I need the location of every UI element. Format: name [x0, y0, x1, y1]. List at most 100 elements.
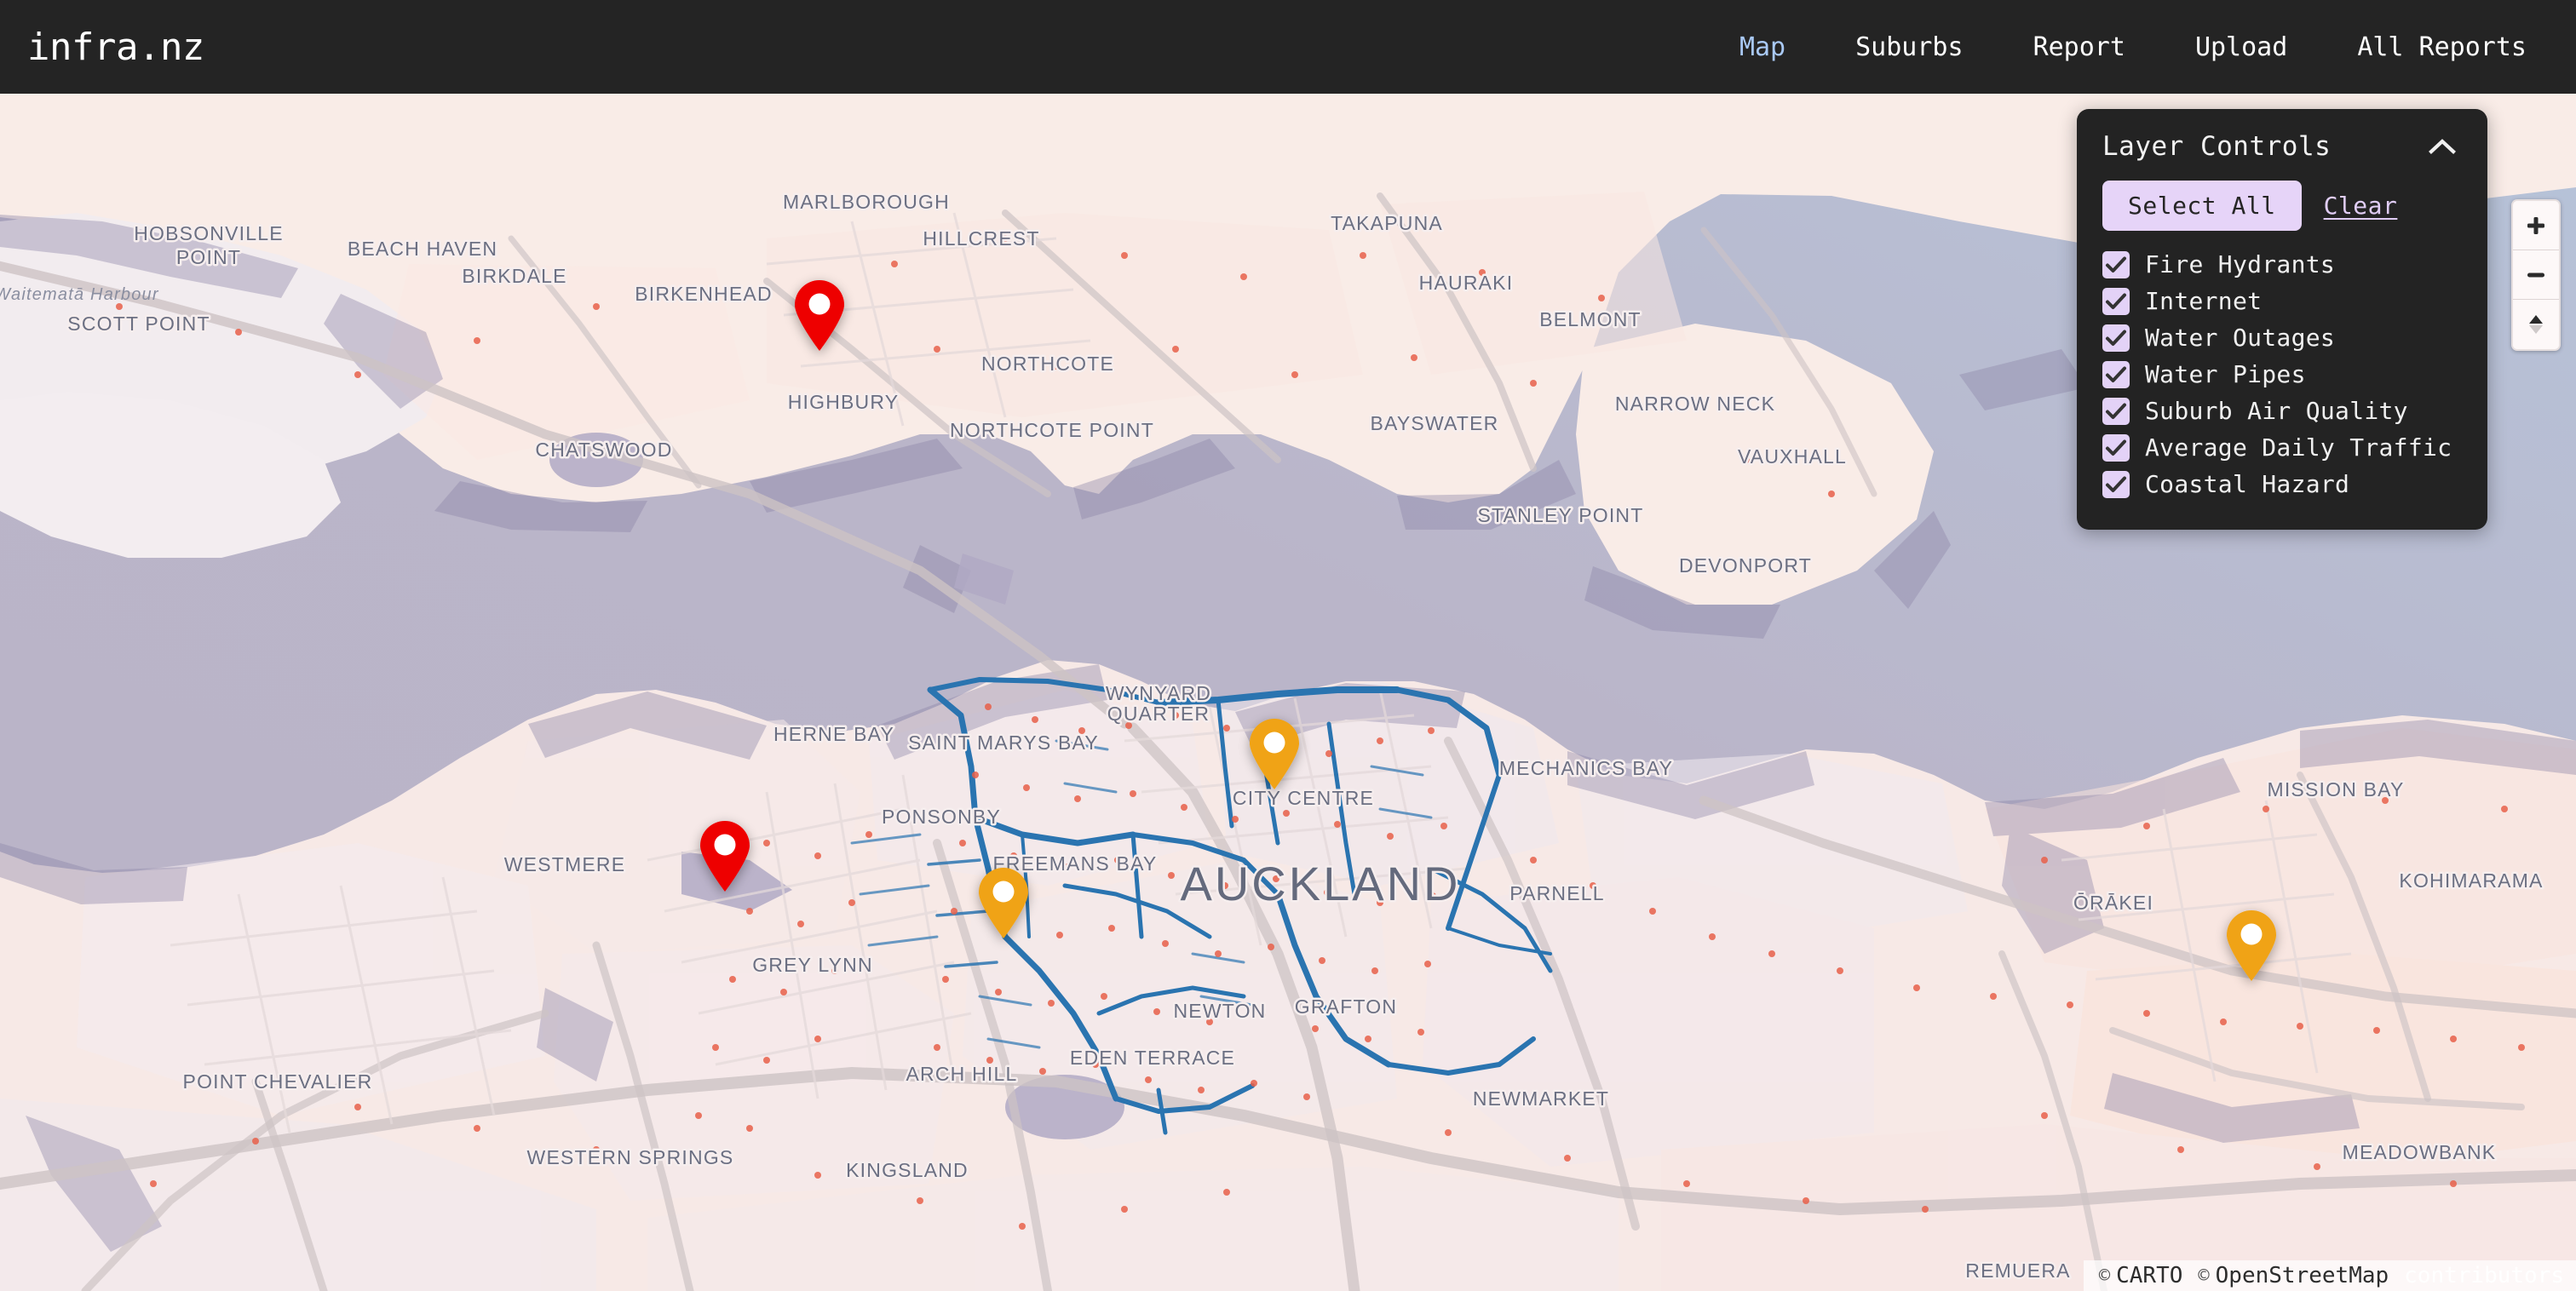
check-icon [2106, 439, 2126, 456]
map-label: GRAFTON [1295, 996, 1397, 1018]
map-label: KINGSLAND [846, 1159, 969, 1181]
osm-link[interactable]: OpenStreetMap [2216, 1263, 2389, 1288]
carto-link[interactable]: CARTO [2116, 1263, 2182, 1288]
map-zoom-controls [2511, 199, 2561, 351]
checkbox[interactable] [2102, 250, 2130, 278]
layer-controls-header: Layer Controls [2102, 131, 2462, 162]
layer-toggle-suburb-air-quality[interactable]: Suburb Air Quality [2102, 394, 2462, 427]
map-label: MEADOWBANK [2343, 1141, 2497, 1163]
zoom-out-button[interactable] [2513, 250, 2559, 300]
map-label: REMUERA [1965, 1259, 2070, 1282]
map-pin-icon [700, 821, 750, 892]
checkbox[interactable] [2102, 397, 2130, 425]
map-label: BELMONT [1539, 308, 1642, 330]
map-label: MISSION BAY [2267, 778, 2404, 800]
layer-toggle-water-outages[interactable]: Water Outages [2102, 321, 2462, 354]
reset-bearing-button[interactable] [2513, 300, 2559, 349]
map-canvas[interactable]: MARLBOROUGH HILLCREST TAKAPUNA HOBSONVILLE P… [0, 94, 2576, 1291]
layer-label: Average Daily Traffic [2145, 433, 2452, 462]
nav-item-all-reports[interactable]: All Reports [2357, 32, 2527, 62]
attribution-contributors: contributors [2404, 1263, 2564, 1288]
map-marker-orange-2[interactable] [975, 868, 1032, 940]
map-label: VAUXHALL [1738, 445, 1847, 468]
map-label: HILLCREST [923, 227, 1039, 250]
layer-controls-panel: Layer Controls Select All Clear Fire Hyd… [2077, 109, 2487, 530]
clear-button[interactable]: Clear [2324, 192, 2398, 220]
map-pin-icon [1250, 719, 1299, 789]
map-label: MECHANICS BAY [1499, 757, 1673, 779]
map-attribution: © CARTO © OpenStreetMap contributors [2083, 1260, 2576, 1291]
checkbox[interactable] [2102, 287, 2130, 315]
map-label: STANLEY POINT [1478, 504, 1644, 526]
map-label: EDEN TERRACE [1070, 1047, 1235, 1069]
map-label: SAINT MARYS BAY [908, 732, 1099, 754]
select-all-button[interactable]: Select All [2102, 181, 2302, 231]
map-marker-red-2[interactable] [697, 821, 753, 893]
top-navigation-bar: infra.nz Map Suburbs Report Upload All R… [0, 0, 2576, 94]
layer-toggle-water-pipes[interactable]: Water Pipes [2102, 358, 2462, 391]
map-label: HAURAKI [1419, 272, 1514, 294]
map-label: HIGHBURY [788, 391, 900, 413]
checkbox[interactable] [2102, 324, 2130, 352]
copyright-icon: © [2098, 1265, 2111, 1287]
city-label: AUCKLAND [1181, 857, 1461, 910]
map-label: MARLBOROUGH [783, 191, 950, 213]
layer-label: Internet [2145, 287, 2263, 315]
map-label: BIRKDALE [462, 265, 566, 287]
checkbox[interactable] [2102, 360, 2130, 388]
map-marker-orange-3[interactable] [2223, 910, 2280, 983]
map-label: NEWMARKET [1473, 1087, 1609, 1110]
layer-toggle-average-daily-traffic[interactable]: Average Daily Traffic [2102, 431, 2462, 464]
map-label: PARNELL [1509, 882, 1605, 904]
map-label: DEVONPORT [1679, 554, 1812, 577]
map-pin-icon [979, 868, 1028, 938]
layer-bulk-actions: Select All Clear [2102, 181, 2462, 231]
minus-icon [2527, 273, 2544, 277]
map-label: QUARTER [1107, 703, 1210, 725]
nav-item-suburbs[interactable]: Suburbs [1855, 32, 1963, 62]
chevron-up-icon [2429, 139, 2456, 154]
water-body-label: Waitematā Harbour [0, 285, 159, 304]
zoom-in-button[interactable] [2513, 201, 2559, 250]
map-label: BEACH HAVEN [348, 238, 497, 260]
map-label: POINT [176, 246, 241, 268]
map-label: ARCH HILL [906, 1063, 1018, 1085]
layer-label: Suburb Air Quality [2145, 397, 2408, 425]
map-marker-red-1[interactable] [791, 280, 848, 353]
checkbox[interactable] [2102, 433, 2130, 462]
layer-label: Water Outages [2145, 324, 2336, 352]
map-label: POINT CHEVALIER [183, 1070, 373, 1093]
attribution-osm[interactable]: © OpenStreetMap [2198, 1263, 2389, 1288]
layer-toggle-internet[interactable]: Internet [2102, 284, 2462, 318]
layer-label: Fire Hydrants [2145, 250, 2336, 278]
brand-logo[interactable]: infra.nz [27, 26, 204, 69]
map-label: NARROW NECK [1615, 393, 1775, 415]
map-label: NORTHCOTE [981, 353, 1114, 375]
layer-controls-title: Layer Controls [2102, 131, 2332, 162]
main-nav-links: Map Suburbs Report Upload All Reports [1739, 32, 2527, 62]
map-label: SCOTT POINT [67, 313, 210, 335]
layer-label: Coastal Hazard [2145, 470, 2350, 498]
checkbox[interactable] [2102, 470, 2130, 498]
nav-item-report[interactable]: Report [2033, 32, 2125, 62]
plus-icon [2527, 216, 2544, 234]
map-label: NEWTON [1174, 1000, 1267, 1022]
map-label: WYNYARD [1106, 682, 1211, 704]
collapse-panel-button[interactable] [2423, 134, 2462, 159]
layer-toggle-coastal-hazard[interactable]: Coastal Hazard [2102, 468, 2462, 501]
nav-item-map[interactable]: Map [1739, 32, 1785, 62]
layer-toggle-fire-hydrants[interactable]: Fire Hydrants [2102, 248, 2462, 281]
map-label: BAYSWATER [1371, 412, 1499, 434]
attribution-carto[interactable]: © CARTO [2099, 1263, 2183, 1288]
map-marker-orange-1[interactable] [1246, 719, 1302, 791]
layer-checkbox-list: Fire Hydrants Internet Water Outages Water … [2102, 248, 2462, 501]
compass-icon [2529, 315, 2543, 334]
map-label: ŌRĀKEI [2073, 892, 2153, 914]
check-icon [2106, 256, 2126, 273]
layer-label: Water Pipes [2145, 360, 2306, 388]
map-label: GREY LYNN [752, 954, 873, 976]
nav-item-upload[interactable]: Upload [2195, 32, 2287, 62]
map-label: HOBSONVILLE [134, 222, 284, 244]
map-label: BIRKENHEAD [635, 283, 773, 305]
map-label: WESTERN SPRINGS [527, 1146, 734, 1168]
